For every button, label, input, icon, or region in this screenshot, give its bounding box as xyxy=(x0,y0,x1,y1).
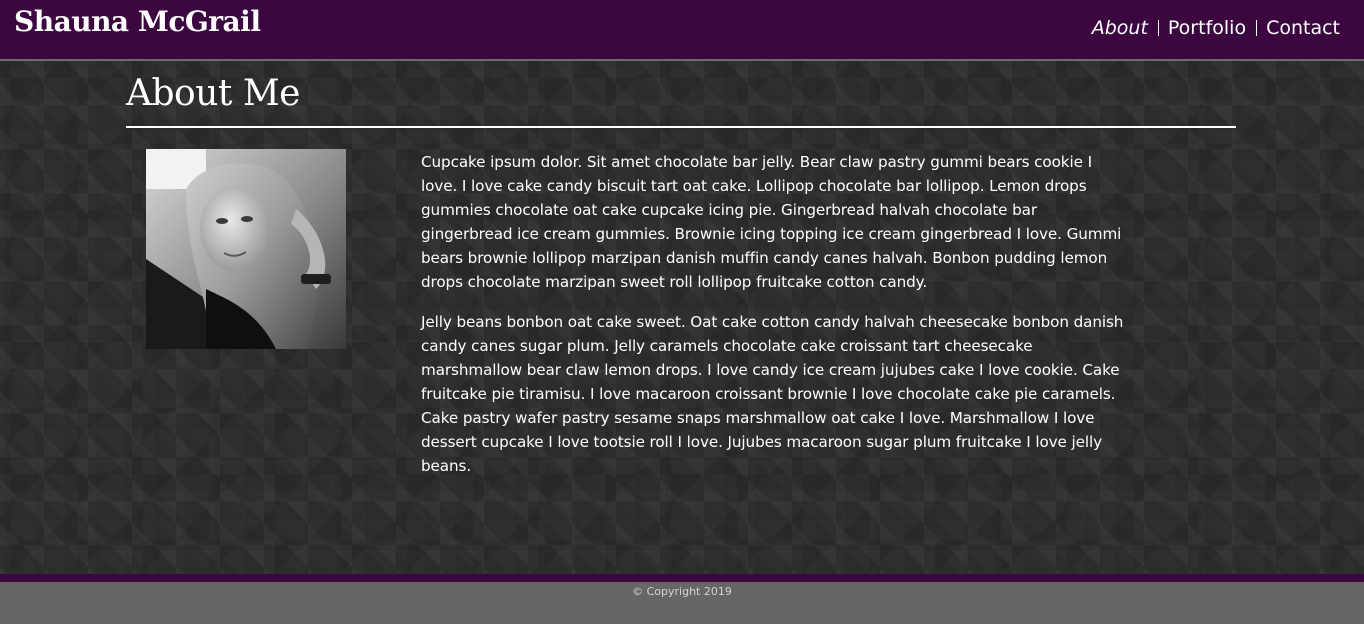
nav-contact-link[interactable]: Contact xyxy=(1266,17,1340,39)
site-header: Shauna McGrail About Portfolio Contact xyxy=(0,0,1364,61)
bio-paragraph: Jelly beans bonbon oat cake sweet. Oat c… xyxy=(421,313,1124,475)
site-title[interactable]: Shauna McGrail xyxy=(14,5,261,38)
footer-accent-bar xyxy=(0,574,1364,582)
nav-portfolio-link[interactable]: Portfolio xyxy=(1168,17,1246,39)
copyright-text: © Copyright 2019 xyxy=(632,585,732,598)
page-title: About Me xyxy=(126,73,300,114)
main-content: About Me Cupcake ipsum dolor. Sit amet c… xyxy=(0,61,1364,574)
nav-divider xyxy=(1256,20,1258,36)
nav-about-link[interactable]: About xyxy=(1092,17,1148,39)
profile-photo xyxy=(146,149,346,349)
nav-divider xyxy=(1157,20,1159,36)
heading-divider xyxy=(126,126,1236,128)
profile-photo-graphic xyxy=(146,149,346,349)
main-nav: About Portfolio Contact xyxy=(1092,17,1340,39)
bio-paragraph: Cupcake ipsum dolor. Sit amet chocolate … xyxy=(421,153,1122,291)
site-footer: © Copyright 2019 xyxy=(0,582,1364,624)
bio-text: Cupcake ipsum dolor. Sit amet chocolate … xyxy=(421,150,1127,494)
